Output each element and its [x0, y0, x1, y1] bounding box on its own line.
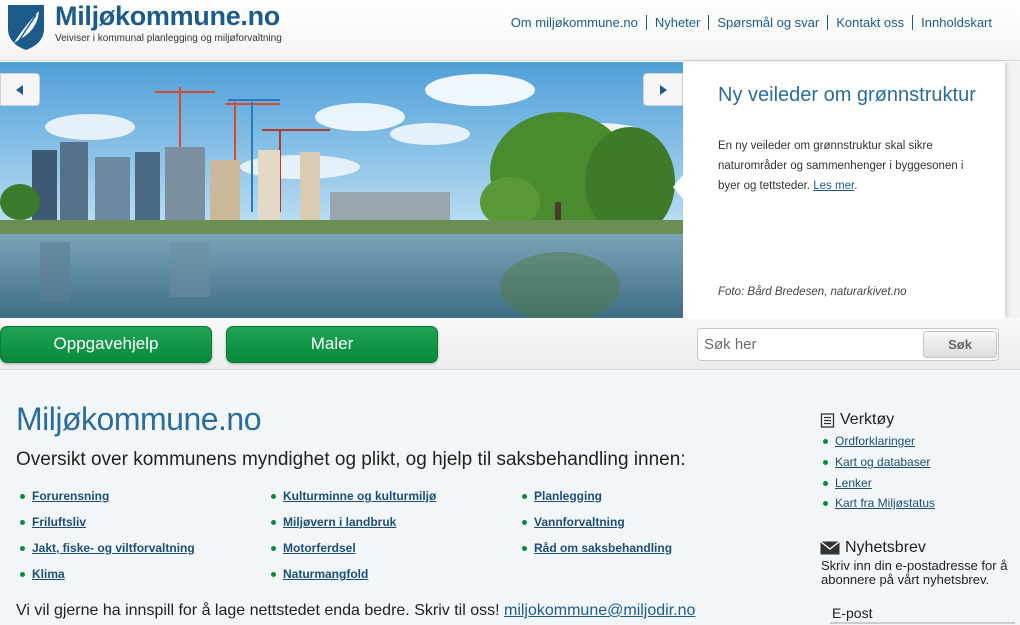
search-button[interactable]: Søk	[923, 331, 997, 358]
carousel-next-button[interactable]	[643, 73, 683, 106]
category-link-saksbehandling[interactable]: Råd om saksbehandling	[534, 541, 672, 555]
read-more-link[interactable]: Les mer	[813, 180, 854, 192]
tool-link-miljostatus[interactable]: Kart fra Miljøstatus	[835, 496, 935, 510]
feedback-email-link[interactable]: miljokommune@miljodir.no	[504, 602, 695, 619]
maler-button[interactable]: Maler	[226, 326, 438, 363]
site-header: Miljøkommune.no Veiviser i kommunal plan…	[0, 0, 1020, 61]
list-item: Klima	[20, 567, 65, 581]
site-tagline: Veiviser i kommunal planlegging og miljø…	[55, 33, 282, 44]
bullet-icon	[271, 519, 276, 525]
list-item: Miljøvern i landbruk	[271, 515, 396, 529]
hero-link-suffix: .	[854, 180, 858, 192]
nav-link-om[interactable]: Om miljøkommune.no	[503, 15, 646, 30]
nav-link-innholdskart[interactable]: Innholdskart	[912, 15, 1000, 30]
oppgavehjelp-button[interactable]: Oppgavehjelp	[0, 326, 212, 363]
hero-title[interactable]: Ny veileder om grønnstruktur	[718, 83, 978, 108]
newsletter-heading: Nyhetsbrev	[820, 539, 926, 557]
nav-link-kontakt[interactable]: Kontakt oss	[827, 15, 912, 30]
bullet-icon	[20, 493, 25, 499]
category-link-klima[interactable]: Klima	[32, 567, 65, 581]
hero-image	[0, 62, 683, 318]
bullet-icon	[271, 493, 276, 499]
category-link-motorferdsel[interactable]: Motorferdsel	[283, 541, 356, 555]
list-item: Lenker	[823, 476, 872, 490]
newsletter-title: Nyhetsbrev	[845, 539, 926, 556]
bullet-icon	[823, 480, 828, 486]
list-item: Motorferdsel	[271, 541, 356, 555]
list-item: Vannforvaltning	[522, 515, 625, 529]
hero-description: En ny veileder om grønnstruktur skal sik…	[718, 136, 980, 196]
top-navigation: Om miljøkommune.no Nyheter Spørsmål og s…	[503, 15, 1000, 30]
search-input[interactable]	[698, 329, 922, 360]
search-box: Søk	[697, 328, 999, 361]
action-bar: Oppgavehjelp Maler Søk	[0, 318, 1020, 370]
bullet-icon	[20, 519, 25, 525]
tools-heading: Verktøy	[820, 411, 894, 429]
arrow-left-icon	[16, 84, 23, 95]
tool-link-ordforklaringer[interactable]: Ordforklaringer	[835, 434, 915, 448]
bullet-icon	[823, 438, 828, 444]
bullet-icon	[271, 545, 276, 551]
arrow-right-icon	[660, 84, 667, 95]
page-subtitle: Oversikt over kommunens myndighet og pli…	[16, 449, 686, 470]
envelope-icon	[820, 541, 840, 555]
page-title: Miljøkommune.no	[16, 401, 262, 437]
nav-link-sporsmal[interactable]: Spørsmål og svar	[708, 15, 827, 30]
leaf-shield-icon[interactable]	[6, 3, 46, 51]
category-link-kulturminne[interactable]: Kulturminne og kulturmiljø	[283, 489, 436, 503]
email-field-label: E-post	[832, 605, 873, 621]
bullet-icon	[823, 500, 828, 506]
tool-link-lenker[interactable]: Lenker	[835, 476, 872, 490]
tools-title: Verktøy	[840, 411, 895, 428]
hero-caption-panel: Ny veileder om grønnstruktur En ny veile…	[673, 62, 1005, 318]
bullet-icon	[20, 545, 25, 551]
list-item: Kart og databaser	[823, 455, 930, 469]
caption-pointer	[673, 175, 683, 199]
list-item: Ordforklaringer	[823, 434, 915, 448]
email-field[interactable]	[830, 622, 1015, 624]
bullet-icon	[271, 571, 276, 577]
bullet-icon	[522, 545, 527, 551]
list-item: Kart fra Miljøstatus	[823, 496, 935, 510]
list-item: Friluftsliv	[20, 515, 86, 529]
site-logo-title[interactable]: Miljøkommune.no	[55, 1, 280, 32]
bullet-icon	[522, 519, 527, 525]
list-item: Råd om saksbehandling	[522, 541, 672, 555]
bullet-icon	[823, 459, 828, 465]
category-link-jakt[interactable]: Jakt, fiske- og viltforvaltning	[32, 541, 195, 555]
category-link-friluftsliv[interactable]: Friluftsliv	[32, 515, 86, 529]
category-link-planlegging[interactable]: Planlegging	[534, 489, 602, 503]
carousel-prev-button[interactable]	[0, 73, 40, 106]
document-icon	[820, 412, 835, 428]
feedback-text: Vi vil gjerne ha innspill for å lage net…	[16, 602, 695, 620]
tool-link-kart-databaser[interactable]: Kart og databaser	[835, 455, 930, 469]
hero-carousel: Ny veileder om grønnstruktur En ny veile…	[0, 62, 1020, 318]
list-item: Jakt, fiske- og viltforvaltning	[20, 541, 195, 555]
list-item: Planlegging	[522, 489, 602, 503]
feedback-message: Vi vil gjerne ha innspill for å lage net…	[16, 602, 500, 619]
bullet-icon	[522, 493, 527, 499]
list-item: Naturmangfold	[271, 567, 368, 581]
nav-link-nyheter[interactable]: Nyheter	[645, 15, 709, 30]
category-link-vannforvaltning[interactable]: Vannforvaltning	[534, 515, 625, 529]
category-link-naturmangfold[interactable]: Naturmangfold	[283, 567, 368, 581]
photo-credit: Foto: Bård Bredesen, naturarkivet.no	[718, 286, 907, 298]
main-content: Miljøkommune.no Oversikt over kommunens …	[0, 371, 1020, 625]
list-item: Forurensning	[20, 489, 109, 503]
newsletter-description: Skriv inn din e-postadresse for å abonne…	[821, 558, 1008, 587]
list-item: Kulturminne og kulturmiljø	[271, 489, 436, 503]
category-link-landbruk[interactable]: Miljøvern i landbruk	[283, 515, 396, 529]
bullet-icon	[20, 571, 25, 577]
category-link-forurensning[interactable]: Forurensning	[32, 489, 109, 503]
